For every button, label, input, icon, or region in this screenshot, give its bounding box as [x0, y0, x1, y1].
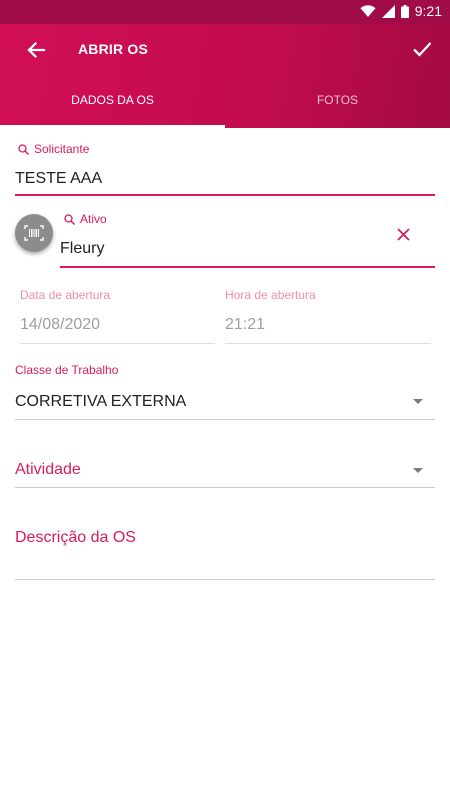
- solicitante-field[interactable]: Solicitante TESTE AAA: [15, 140, 435, 196]
- classe-trabalho-value: CORRETIVA EXTERNA: [15, 393, 187, 410]
- close-icon: [396, 227, 410, 241]
- signal-icon: [381, 4, 395, 18]
- tab-fotos[interactable]: FOTOS: [225, 88, 450, 128]
- battery-icon: [400, 4, 409, 18]
- tab-dados-da-os[interactable]: DADOS DA OS: [0, 88, 225, 128]
- descricao-label: Descrição da OS: [15, 529, 136, 546]
- dropdown-caret-icon: [413, 399, 423, 404]
- dropdown-caret-icon: [413, 468, 423, 473]
- check-icon: [413, 42, 432, 57]
- ativo-label: Ativo: [64, 212, 107, 226]
- barcode-icon: [24, 225, 44, 241]
- search-icon: [18, 143, 29, 155]
- solicitante-label: Solicitante: [18, 142, 89, 156]
- status-icons: 9:21: [360, 3, 442, 19]
- ativo-label-text: Ativo: [80, 212, 107, 226]
- data-abertura-field: Data de abertura 14/08/2020: [20, 288, 215, 344]
- solicitante-value: TESTE AAA: [15, 170, 103, 187]
- back-button[interactable]: [22, 36, 50, 64]
- atividade-label: Atividade: [15, 461, 81, 478]
- status-time: 9:21: [414, 3, 442, 19]
- descricao-field[interactable]: Descrição da OS: [15, 518, 435, 580]
- data-abertura-value: 14/08/2020: [20, 316, 101, 333]
- arrow-left-icon: [27, 41, 46, 59]
- data-abertura-label: Data de abertura: [20, 288, 111, 302]
- search-icon: [64, 213, 75, 225]
- status-bar: 9:21: [0, 0, 450, 24]
- app-bar: ABRIR OS DADOS DA OS FOTOS: [0, 24, 450, 128]
- hora-abertura-field: Hora de abertura 21:21: [225, 288, 431, 344]
- wifi-icon: [360, 4, 376, 18]
- classe-trabalho-select[interactable]: Classe de Trabalho CORRETIVA EXTERNA: [15, 363, 435, 420]
- tab-bar: DADOS DA OS FOTOS: [0, 88, 450, 128]
- classe-trabalho-label: Classe de Trabalho: [15, 363, 119, 377]
- solicitante-label-text: Solicitante: [34, 142, 90, 156]
- clear-ativo-button[interactable]: [393, 224, 413, 244]
- hora-abertura-value: 21:21: [225, 316, 266, 333]
- page-title: ABRIR OS: [78, 41, 149, 57]
- hora-abertura-label: Hora de abertura: [225, 288, 316, 302]
- scan-barcode-button[interactable]: [15, 214, 53, 252]
- confirm-button[interactable]: [408, 35, 436, 63]
- ativo-field[interactable]: Ativo Fleury: [60, 210, 435, 268]
- atividade-select[interactable]: Atividade: [15, 448, 435, 488]
- ativo-value: Fleury: [60, 240, 105, 257]
